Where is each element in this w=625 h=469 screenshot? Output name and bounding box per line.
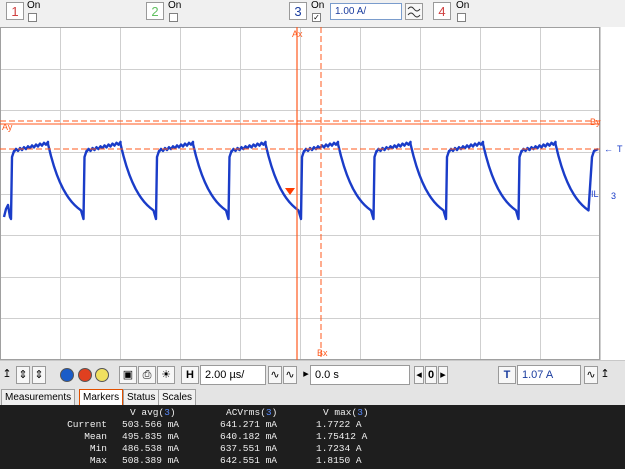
channel-3-checkbox[interactable]: ✓ — [312, 13, 321, 22]
delay-field[interactable]: 0.0 s — [310, 365, 410, 385]
trigger-label-button[interactable]: T — [498, 366, 516, 384]
trigger-arrow-icon: ← — [604, 144, 613, 154]
row-max: 1.75412 A — [316, 431, 368, 442]
channel-2-button[interactable]: 2 — [146, 2, 164, 20]
horizontal-label-button[interactable]: H — [181, 366, 199, 384]
tab-scales[interactable]: Scales — [158, 389, 197, 405]
trigger-level-field[interactable]: 1.07 A — [517, 365, 581, 385]
row-label: Max — [89, 455, 107, 466]
row-avg: 503.566 mA — [122, 419, 180, 430]
time-scale-field[interactable]: 2.00 µs/ — [200, 365, 266, 385]
wave-icon — [407, 6, 421, 18]
bottom-tabs: Measurements Markers Status Scales — [0, 388, 625, 405]
channel-1-button[interactable]: 1 — [6, 2, 24, 20]
waveform-canvas: Ax Bx Ay By ← T IL 3 — [0, 27, 625, 361]
row-rms: 640.182 mA — [220, 431, 278, 442]
scroll-up-down-button[interactable]: ⇕ — [16, 366, 30, 384]
waveform-display[interactable]: Ax Bx Ay By ← T IL 3 — [0, 27, 625, 361]
tab-measurements[interactable]: Measurements — [1, 389, 76, 405]
control-bar: ↥ ⇕ ⇕ ▣ ⎙ ☀ H 2.00 µs/ ∿ ∿ ▸ 0.0 s ◂ 0 ▸… — [0, 360, 625, 389]
print-icon[interactable]: ⎙ — [138, 366, 156, 384]
marker-ax-label: Ax — [292, 29, 303, 39]
row-avg: 486.538 mA — [122, 443, 180, 454]
channel-4-button[interactable]: 4 — [433, 2, 451, 20]
row-avg: 508.389 mA — [122, 455, 180, 466]
channel-2-checkbox[interactable] — [169, 13, 178, 22]
red-marker-button[interactable] — [78, 368, 92, 382]
channel-3-scale-field[interactable]: 1.00 A/ — [330, 3, 402, 20]
row-max: 1.7722 A — [316, 419, 362, 430]
row-max: 1.7234 A — [316, 443, 362, 454]
channel-3-button[interactable]: 3 — [289, 2, 307, 20]
blue-marker-button[interactable] — [60, 368, 74, 382]
row-max: 1.8150 A — [316, 455, 362, 466]
marker-by-label: By — [590, 117, 601, 127]
col-header-max: V max(3) — [323, 407, 369, 418]
time-scale-fine[interactable]: ∿ — [283, 366, 297, 384]
channel-2-on-label: On — [168, 0, 182, 11]
marker-ay-label: Ay — [2, 122, 13, 132]
row-rms: 642.551 mA — [220, 455, 278, 466]
yellow-marker-button[interactable] — [95, 368, 109, 382]
tab-markers[interactable]: Markers — [79, 389, 124, 405]
channel-name-label: IL — [591, 189, 599, 199]
tab-status[interactable]: Status — [123, 389, 160, 405]
row-rms: 641.271 mA — [220, 419, 278, 430]
col-header-avg: V avg(3) — [130, 407, 176, 418]
row-avg: 495.835 mA — [122, 431, 180, 442]
channel-4-checkbox[interactable] — [457, 13, 466, 22]
row-label: Current — [67, 419, 107, 430]
channel-4-on-label: On — [456, 0, 470, 11]
trigger-level-spinner[interactable]: ∿ — [584, 366, 598, 384]
delay-left-button[interactable]: ◂ — [414, 366, 424, 384]
channel-3-on-label: On — [311, 0, 325, 11]
time-scale-spinner[interactable]: ∿ — [268, 366, 282, 384]
marker-bx-label: Bx — [317, 348, 328, 358]
pin-right-icon[interactable]: ↥ — [600, 366, 610, 384]
scroll-button[interactable]: ⇕ — [32, 366, 46, 384]
plot-background — [0, 27, 625, 360]
channel-bar: 1 On 2 On 3 On ✓ 1.00 A/ 4 On — [0, 0, 625, 27]
brightness-icon[interactable]: ☀ — [157, 366, 175, 384]
channel-3-scale-spinner[interactable] — [405, 3, 423, 20]
row-rms: 637.551 mA — [220, 443, 278, 454]
row-label: Mean — [84, 431, 107, 442]
trigger-marker-label: T — [617, 144, 623, 154]
col-header-rms: ACVrms(3) — [226, 407, 278, 418]
delay-right-button[interactable]: ▸ — [438, 366, 448, 384]
measurements-table: V avg(3) ACVrms(3) V max(3) Current 503.… — [0, 405, 625, 469]
delay-index[interactable]: 0 — [425, 366, 437, 384]
pin-icon[interactable]: ↥ — [2, 366, 12, 384]
row-label: Min — [89, 443, 107, 454]
screenshot-icon[interactable]: ▣ — [119, 366, 137, 384]
channel-1-checkbox[interactable] — [28, 13, 37, 22]
channel-number-label: 3 — [611, 191, 616, 201]
channel-1-on-label: On — [27, 0, 41, 11]
